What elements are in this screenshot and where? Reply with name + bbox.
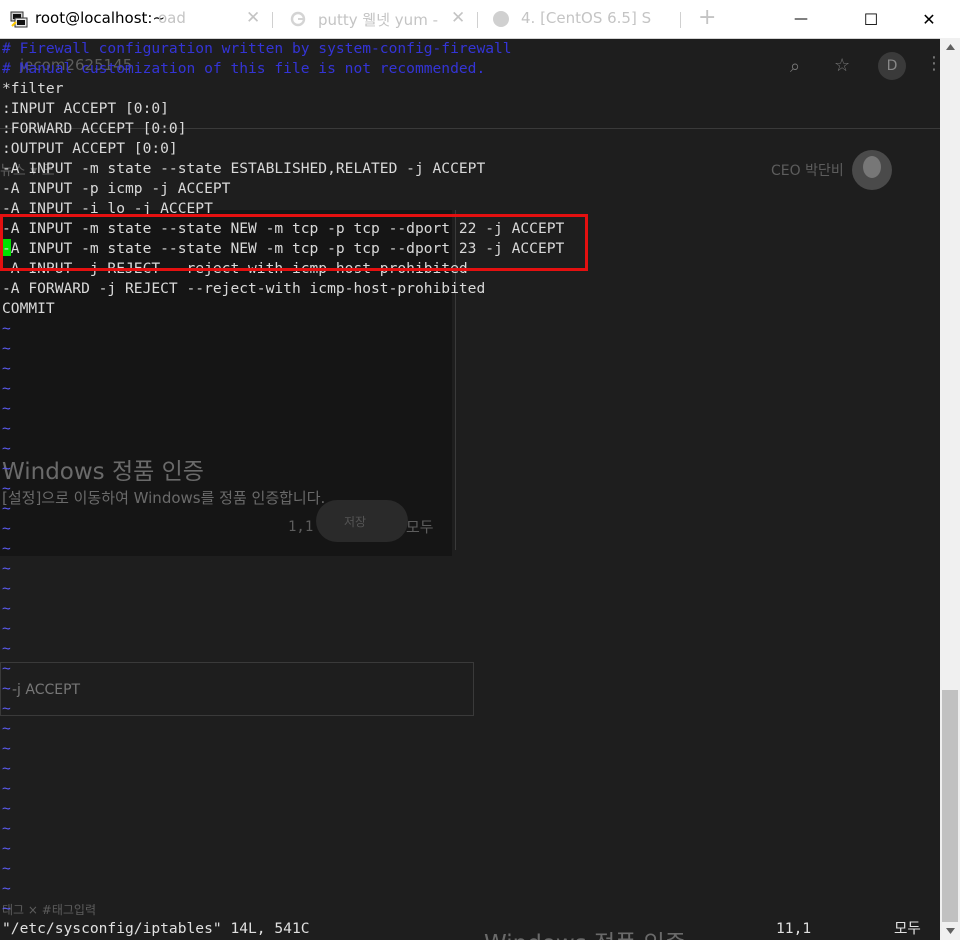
empty-line-tilde: ~ [2, 360, 11, 377]
file-line: # Manual customization of this file is n… [2, 60, 486, 77]
empty-line-tilde: ~ [2, 820, 11, 837]
empty-line-tilde: ~ [2, 680, 11, 697]
empty-line-tilde: ~ [2, 520, 11, 537]
tab-separator [680, 12, 681, 28]
status-cursor-position: 11,1 [776, 920, 812, 937]
status-file-info: "/etc/sysconfig/iptables" 14L, 541C [2, 920, 310, 937]
empty-line-tilde: ~ [2, 740, 11, 757]
title-bar: root@localhost:~ oad ✕ putty 웰넷 yum - ✕ … [0, 0, 960, 39]
empty-line-tilde: ~ [2, 420, 11, 437]
empty-line-tilde: ~ [2, 760, 11, 777]
minimize-button[interactable]: — [778, 0, 824, 38]
empty-line-tilde: ~ [2, 800, 11, 817]
file-line: :INPUT ACCEPT [0:0] [2, 100, 169, 117]
scroll-thumb[interactable] [942, 690, 958, 922]
scroll-up-arrow-icon[interactable] [940, 38, 960, 56]
empty-line-tilde: ~ [2, 720, 11, 737]
empty-line-tilde: ~ [2, 340, 11, 357]
empty-line-tilde: ~ [2, 840, 11, 857]
new-tab-icon[interactable]: + [698, 5, 716, 30]
empty-line-tilde: ~ [2, 440, 11, 457]
empty-line-tilde: ~ [2, 480, 11, 497]
empty-line-tilde: ~ [2, 400, 11, 417]
scroll-down-arrow-icon[interactable] [940, 922, 960, 940]
file-line: -A FORWARD -j REJECT --reject-with icmp-… [2, 280, 486, 297]
empty-line-tilde: ~ [2, 580, 11, 597]
empty-line-tilde: ~ [2, 700, 11, 717]
status-scroll-state: 모두 [894, 920, 921, 937]
empty-line-tilde: ~ [2, 880, 11, 897]
putty-icon [10, 11, 28, 28]
background-tab-1[interactable]: oad [158, 9, 186, 27]
empty-line-tilde: ~ [2, 460, 11, 477]
file-line: -A INPUT -p icmp -j ACCEPT [2, 180, 231, 197]
globe-icon [493, 11, 509, 27]
window-title: root@localhost:~ [35, 9, 166, 27]
file-line: # Firewall configuration written by syst… [2, 40, 512, 57]
tab-separator [477, 12, 478, 28]
background-tab-2-close-icon[interactable]: ✕ [451, 8, 465, 28]
empty-line-tilde: ~ [2, 320, 11, 337]
empty-line-tilde: ~ [2, 600, 11, 617]
empty-line-tilde: ~ [2, 380, 11, 397]
empty-line-tilde: ~ [2, 500, 11, 517]
background-tab-2[interactable]: putty 웰넷 yum - [318, 9, 438, 30]
background-tab-1-close-icon[interactable]: ✕ [246, 8, 260, 28]
google-icon [290, 11, 306, 27]
empty-line-tilde: ~ [2, 560, 11, 577]
tab-separator [272, 12, 273, 28]
empty-line-tilde: ~ [2, 900, 11, 917]
empty-line-tilde: ~ [2, 660, 11, 677]
file-line: :OUTPUT ACCEPT [0:0] [2, 140, 178, 157]
file-line: COMMIT [2, 300, 55, 317]
empty-line-tilde: ~ [2, 780, 11, 797]
terminal-area[interactable]: # Firewall configuration written by syst… [0, 38, 940, 940]
empty-line-tilde: ~ [2, 540, 11, 557]
background-tab-3[interactable]: 4. [CentOS 6.5] S [521, 9, 651, 27]
maximize-button[interactable]: ☐ [848, 0, 894, 38]
close-button[interactable]: ✕ [906, 0, 952, 38]
empty-line-tilde: ~ [2, 860, 11, 877]
file-line: *filter [2, 80, 64, 97]
highlight-annotation [0, 214, 588, 271]
file-line: :FORWARD ACCEPT [0:0] [2, 120, 187, 137]
empty-line-tilde: ~ [2, 620, 11, 637]
vertical-scrollbar[interactable] [940, 38, 960, 940]
empty-line-tilde: ~ [2, 640, 11, 657]
file-line: -A INPUT -m state --state ESTABLISHED,RE… [2, 160, 486, 177]
